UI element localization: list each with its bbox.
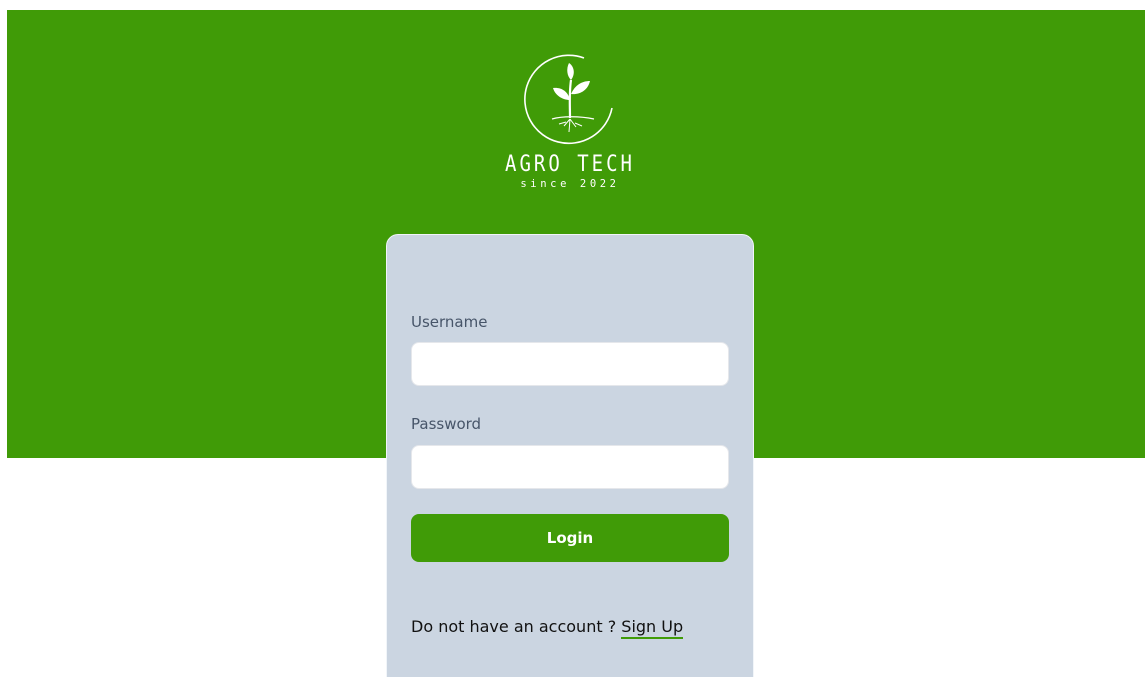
password-label: Password [411,415,482,433]
login-page: AGRO TECH since 2022 Username Password L… [0,0,1145,677]
brand-since: since 2022 [520,178,620,190]
signup-link[interactable]: Sign Up [621,617,684,639]
brand-logo: AGRO TECH since 2022 [505,50,635,200]
signup-prompt-text: Do not have an account ? [411,617,617,636]
brand-name: AGRO TECH [505,151,635,177]
login-card: Username Password Login Do not have an a… [386,234,754,677]
username-label: Username [411,313,488,331]
username-input[interactable] [411,342,729,386]
password-input[interactable] [411,445,729,489]
login-button[interactable]: Login [411,514,729,562]
signup-prompt-line: Do not have an account ? Sign Up [411,617,684,639]
sprout-in-circle-icon [524,54,613,145]
